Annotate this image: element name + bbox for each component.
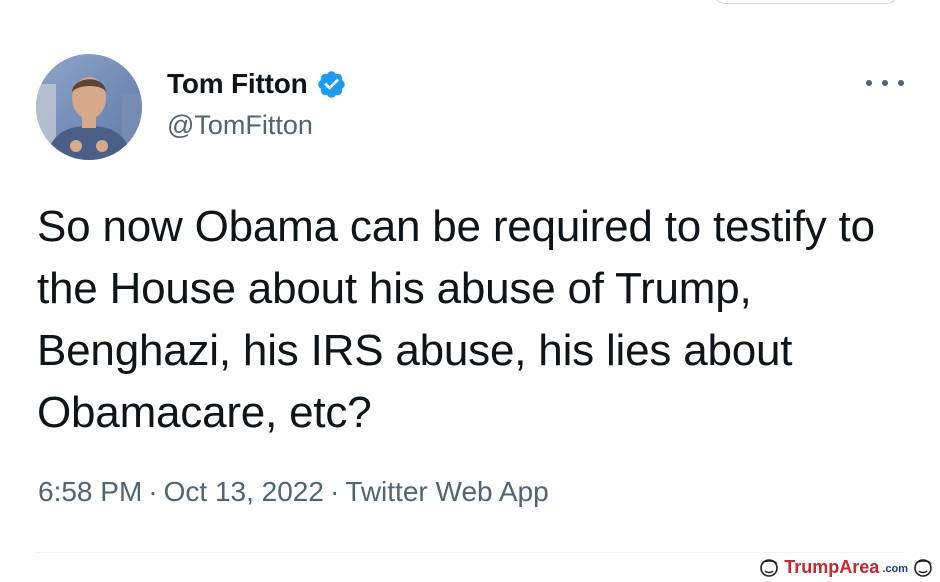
top-partial-button[interactable] (712, 0, 900, 4)
more-dot (866, 80, 872, 86)
more-dot (882, 80, 888, 86)
display-name[interactable]: Tom Fitton (167, 68, 308, 100)
watermark: TrumpArea .com (754, 554, 934, 580)
tweet-time[interactable]: 6:58 PM (38, 476, 142, 507)
divider (36, 552, 904, 553)
handle[interactable]: @TomFitton (167, 110, 313, 141)
watermark-suffix: .com (882, 563, 908, 575)
watermark-brand: TrumpArea (784, 556, 880, 577)
tweet-source[interactable]: Twitter Web App (345, 476, 548, 507)
tweet-text: So now Obama can be required to testify … (37, 202, 875, 437)
tweet-metadata: 6:58 PM · Oct 13, 2022 · Twitter Web App (38, 476, 549, 508)
trump-face-icon (914, 559, 932, 577)
trump-face-icon (760, 559, 779, 577)
avatar[interactable] (36, 54, 142, 160)
more-dot (898, 80, 904, 86)
verified-badge-icon (316, 69, 347, 100)
separator: · (329, 476, 340, 507)
more-horizontal-icon[interactable] (866, 74, 904, 92)
author-row: Tom Fitton (167, 64, 347, 104)
tweet-date[interactable]: Oct 13, 2022 (164, 476, 324, 507)
avatar-photo (36, 54, 142, 160)
separator: · (148, 476, 158, 507)
